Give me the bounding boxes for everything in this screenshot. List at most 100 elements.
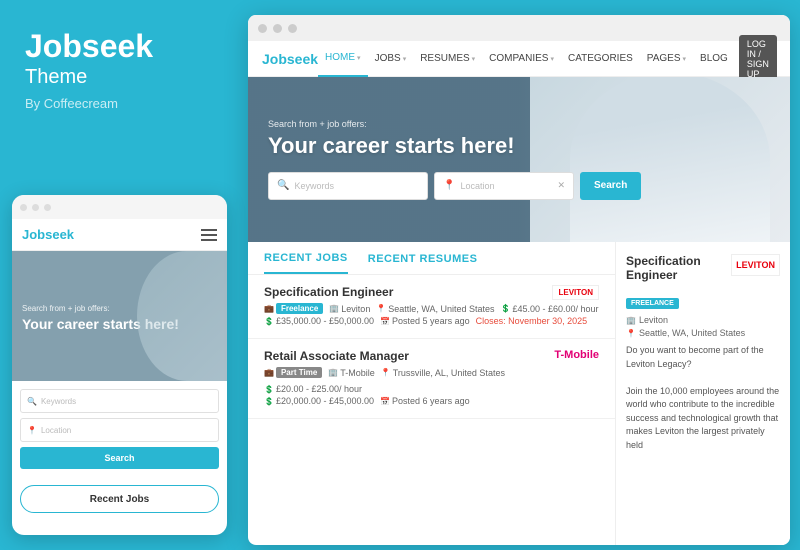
briefcase-icon: 💼 [264,304,274,313]
mobile-keywords-input[interactable]: 🔍 Keywords [20,389,219,413]
nav-item-jobs[interactable]: JOBS ▾ [368,41,414,77]
sidebar-leviton-logo: LEVITON [731,254,780,276]
job-meta-2: 💼 Part Time 🏢 T-Mobile 📍 Trussville, AL,… [264,367,599,394]
job-closes-text-1: Closes: November 30, 2025 [476,316,588,326]
search-icon: 🔍 [27,397,37,406]
hero-small-text: Search from + job offers: [268,119,641,129]
mobile-recent-jobs-label: Recent Jobs [90,494,149,505]
job-posted-2: 📅 Posted 6 years ago [380,396,470,406]
map-pin-icon-sidebar: 📍 [626,329,636,338]
mobile-search-button[interactable]: Search [20,447,219,469]
mobile-mockup: Jobseek Search from + job offers: Your c… [12,195,227,535]
tab-recent-jobs[interactable]: RECENT JOBS [264,252,348,274]
job-salary-1: 💲 £45.00 - £60.00/ hour [501,303,599,314]
calendar-icon: 📅 [380,317,390,326]
briefcase-icon-2: 💼 [264,368,274,377]
location-clear-icon: ✕ [557,180,565,191]
job-salary-2: 💲 £20.00 - £25.00/ hour [264,384,362,394]
chevron-down-icon: ▾ [357,54,361,62]
money-icon-4: 💲 [264,397,274,406]
job-salary2-2: 💲 £20,000.00 - £45,000.00 [264,396,374,406]
job-meta-1b: 💲 £35,000.00 - £50,000.00 📅 Posted 5 yea… [264,316,599,326]
chevron-down-icon: ▾ [683,55,687,63]
chevron-down-icon: ▾ [472,55,476,63]
content-area: RECENT JOBS RECENT RESUMES Specification… [248,242,790,545]
site-nav-brand: Jobseek [262,51,318,67]
location-icon: 📍 [27,426,37,435]
job-type-badge-1: Freelance [276,303,323,314]
job-title-2[interactable]: Retail Associate Manager [264,349,409,363]
job-meta-1: 💼 Freelance 🏢 Leviton 📍 Seattle, WA, Uni… [264,303,599,314]
nav-home-label: HOME [325,52,355,63]
mobile-browser-bar [12,195,227,219]
browser-dot-2 [273,24,282,33]
chevron-down-icon: ▾ [550,55,554,63]
job-posted-text-2: Posted 6 years ago [392,396,470,406]
nav-item-companies[interactable]: COMPANIES ▾ [482,41,561,77]
map-pin-icon-2: 📍 [381,368,391,377]
mobile-nav-brand: Jobseek [22,227,74,242]
job-type-badge-2: Part Time [276,367,322,378]
job-posted-text-1: Posted 5 years ago [392,316,470,326]
money-icon-2: 💲 [264,317,274,326]
mobile-location-label: Location [41,426,71,435]
nav-companies-label: COMPANIES [489,53,548,64]
job-company-2: 🏢 T-Mobile [328,367,374,378]
job-salary-text-1: £45.00 - £60.00/ hour [512,304,598,314]
sidebar-description: Do you want to become part of the Levito… [626,344,780,452]
job-title-1[interactable]: Specification Engineer [264,285,393,299]
browser-dot-3 [288,24,297,33]
location-input[interactable]: 📍 Location ✕ [434,172,574,200]
job-company-name-2: T-Mobile [340,368,375,378]
nav-item-pages[interactable]: PAGES ▾ [640,41,693,77]
job-meta-2b: 💲 £20,000.00 - £45,000.00 📅 Posted 6 yea… [264,396,599,406]
job-salary2-text-1: £35,000.00 - £50,000.00 [276,316,374,326]
sidebar-location: 📍 Seattle, WA, United States [626,328,780,338]
tab-recent-resumes-label: RECENT RESUMES [368,253,478,265]
brand-by: By Coffeecream [25,96,215,111]
job-location-2: 📍 Trussville, AL, United States [381,367,505,378]
job-listing-2: Retail Associate Manager T-Mobile 💼 Part… [248,339,615,419]
nav-item-blog[interactable]: BLOG [693,41,735,77]
job-location-text-1: Seattle, WA, United States [388,304,494,314]
nav-blog-label: BLOG [700,53,728,64]
job-location-1: 📍 Seattle, WA, United States [376,303,494,314]
money-icon: 💲 [501,304,511,313]
browser-mockup: Jobseek HOME ▾ JOBS ▾ RESUMES ▾ COMPANIE… [248,15,790,545]
job-listing-1: Specification Engineer LEVITON 💼 Freelan… [248,275,615,339]
chevron-down-icon: ▾ [403,55,407,63]
sidebar-location-text: Seattle, WA, United States [639,328,745,338]
keywords-input[interactable]: 🔍 Keywords [268,172,428,200]
job-type-2: 💼 Part Time [264,367,322,378]
nav-item-home[interactable]: HOME ▾ [318,41,368,77]
nav-jobs-label: JOBS [375,53,401,64]
mobile-dot-1 [20,204,27,211]
tab-recent-jobs-label: RECENT JOBS [264,252,348,264]
sidebar-job-header: Specification Engineer LEVITON [626,254,780,286]
nav-categories-label: CATEGORIES [568,53,633,64]
site-hero: Search from + job offers: Your career st… [248,77,790,242]
login-button[interactable]: LOG IN / SIGN UP [739,35,777,83]
search-icon: 🔍 [277,180,289,191]
mobile-location-input[interactable]: 📍 Location [20,418,219,442]
search-button[interactable]: Search [580,172,641,200]
nav-item-categories[interactable]: CATEGORIES [561,41,640,77]
brand-title: Jobseek [25,30,215,62]
nav-resumes-label: RESUMES [420,53,469,64]
hamburger-icon[interactable] [201,229,217,241]
job-closes-1: Closes: November 30, 2025 [476,316,588,326]
building-icon-sidebar: 🏢 [626,316,636,325]
mobile-keywords-label: Keywords [41,397,76,406]
job-salary2-text-2: £20,000.00 - £45,000.00 [276,396,374,406]
left-panel: Jobseek Theme By Coffeecream Jobseek Sea… [0,0,240,550]
hero-title: Your career starts here! [268,133,641,159]
sidebar-badge: FREELANCE [626,298,679,309]
building-icon-2: 🏢 [328,368,338,377]
mobile-recent-jobs-button[interactable]: Recent Jobs [20,485,219,513]
tab-recent-resumes[interactable]: RECENT RESUMES [368,253,478,273]
right-sidebar: Specification Engineer LEVITON FREELANCE… [615,242,790,545]
job-company-1: 🏢 Leviton [329,303,370,314]
mobile-hero-bg [137,251,227,381]
search-bar: 🔍 Keywords 📍 Location ✕ Search [268,172,641,200]
nav-item-resumes[interactable]: RESUMES ▾ [413,41,482,77]
